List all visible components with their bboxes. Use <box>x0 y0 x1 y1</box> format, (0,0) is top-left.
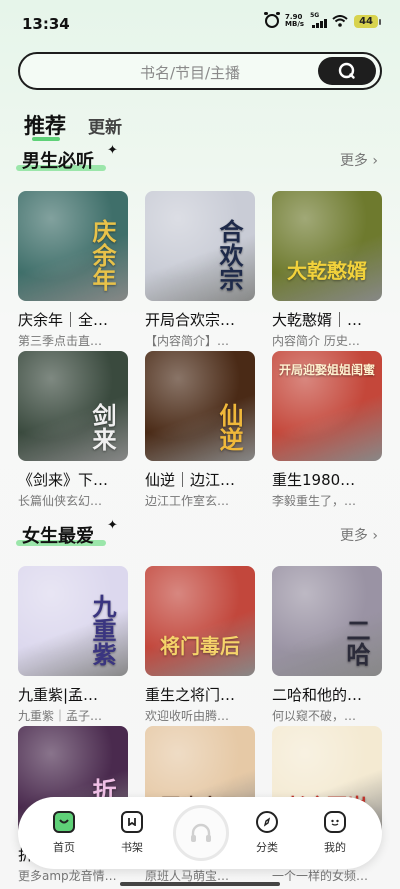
headphones-icon <box>191 823 211 842</box>
book-title[interactable]: 重生之将门… <box>145 684 255 705</box>
search-placeholder[interactable]: 书名/节目/主播 <box>20 62 320 83</box>
book-title[interactable]: 开局合欢宗… <box>145 309 255 330</box>
cover-title-art: 仙逆 <box>215 403 244 451</box>
profile-icon <box>324 811 346 833</box>
book-description: 一个一样的女频… <box>272 869 369 883</box>
cover-title-art: 开局迎娶姐姐闺蜜 <box>278 363 375 377</box>
more-link-male[interactable]: 更多 › <box>340 150 378 170</box>
more-link-female[interactable]: 更多 › <box>340 525 378 545</box>
book-title[interactable]: 庆余年｜全… <box>18 309 128 330</box>
book-cover[interactable]: 二哈 <box>272 566 382 676</box>
book-cover[interactable]: 仙逆 <box>145 351 255 461</box>
search-bar[interactable]: 书名/节目/主播 <box>18 52 382 90</box>
book-cover[interactable]: 剑来 <box>18 351 128 461</box>
signal-icon: 5G <box>310 12 328 28</box>
book-card[interactable]: 庆余年庆余年｜全… 第三季点击直… <box>18 191 128 349</box>
category-icon <box>256 811 278 833</box>
search-button[interactable] <box>318 57 376 85</box>
home-icon <box>53 811 75 833</box>
book-description: 欢迎收听由腾… <box>145 709 230 723</box>
book-title[interactable]: 九重紫|孟… <box>18 684 128 705</box>
more-label[interactable]: 更多 <box>340 528 368 544</box>
book-title[interactable]: 二哈和他的… <box>272 684 382 705</box>
section-title-female: 女生最爱 <box>22 526 94 547</box>
book-cover[interactable]: 将门毒后 <box>145 566 255 676</box>
book-title[interactable]: 仙逆｜边江… <box>145 469 255 490</box>
status-icons: 7.90 MB/s 5G 44 <box>264 12 381 28</box>
status-time: 13:34 <box>22 15 70 33</box>
player-button[interactable] <box>173 805 229 861</box>
nav-label-home: 首页 <box>53 841 75 854</box>
book-description: 九重紫｜孟子… <box>18 709 103 723</box>
book-cover[interactable]: 大乾憨婿 <box>272 191 382 301</box>
more-label[interactable]: 更多 <box>340 153 368 169</box>
book-title[interactable]: 重生1980… <box>272 469 382 490</box>
net-speed: 7.90 MB/s <box>285 13 305 28</box>
cover-title-art: 将门毒后 <box>160 634 240 658</box>
book-description: 第三季点击直… <box>18 334 103 348</box>
tab-indicator <box>32 137 60 141</box>
wifi-icon <box>332 15 348 27</box>
status-bar: 13:34 7.90 MB/s 5G 44 <box>0 0 400 48</box>
bookshelf-icon <box>121 811 143 833</box>
book-description: 内容简介 历史… <box>272 334 360 348</box>
cover-title-art: 大乾憨婿 <box>287 259 367 283</box>
sparkle-icon: ✦ <box>107 143 118 158</box>
book-description: 何以窥不破，… <box>272 709 357 723</box>
book-cover[interactable]: 九重紫 <box>18 566 128 676</box>
book-title[interactable]: 大乾憨婿｜… <box>272 309 382 330</box>
book-card[interactable]: 开局迎娶姐姐闺蜜重生1980… 李毅重生了，… <box>272 351 382 509</box>
sparkle-icon: ✦ <box>107 518 118 533</box>
nav-home[interactable]: 首页 <box>34 811 94 855</box>
book-card[interactable]: 二哈二哈和他的… 何以窥不破，… <box>272 566 382 724</box>
cover-title-art: 九重紫 <box>88 594 117 666</box>
cover-title-art: 二哈 <box>342 618 371 666</box>
book-description: 长篇仙侠玄幻… <box>18 494 103 508</box>
book-card[interactable]: 九重紫九重紫|孟… 九重紫｜孟子… <box>18 566 128 724</box>
home-indicator <box>120 882 280 886</box>
bottom-nav: 首页 书架 分类 我的 <box>18 797 382 869</box>
signal-label: 5G <box>310 12 320 19</box>
book-cover[interactable]: 庆余年 <box>18 191 128 301</box>
nav-bookshelf[interactable]: 书架 <box>102 811 162 855</box>
nav-profile[interactable]: 我的 <box>305 811 365 855</box>
cover-title-art: 合欢宗 <box>215 219 244 291</box>
book-card[interactable]: 仙逆仙逆｜边江… 边江工作室玄… <box>145 351 255 509</box>
book-cover[interactable]: 合欢宗 <box>145 191 255 301</box>
nav-label-profile: 我的 <box>324 841 346 854</box>
nav-label-category: 分类 <box>256 841 278 854</box>
alarm-icon <box>264 12 281 28</box>
nav-category[interactable]: 分类 <box>237 811 297 855</box>
nav-label-bookshelf: 书架 <box>121 841 143 854</box>
book-title[interactable]: 《剑来》下… <box>18 469 128 490</box>
section-title-male: 男生必听 <box>22 151 94 172</box>
book-description: 【内容简介】… <box>145 334 230 348</box>
tab-updates[interactable]: 更新 <box>88 113 122 138</box>
book-card[interactable]: 剑来《剑来》下… 长篇仙侠玄幻… <box>18 351 128 509</box>
book-description: 李毅重生了，… <box>272 494 357 508</box>
book-card[interactable]: 大乾憨婿大乾憨婿｜… 内容简介 历史… <box>272 191 382 349</box>
book-card[interactable]: 合欢宗开局合欢宗… 【内容简介】… <box>145 191 255 349</box>
book-cover[interactable]: 开局迎娶姐姐闺蜜 <box>272 351 382 461</box>
search-icon <box>338 62 355 79</box>
book-description: 边江工作室玄… <box>145 494 230 508</box>
cover-title-art: 庆余年 <box>88 219 117 291</box>
book-card[interactable]: 将门毒后重生之将门… 欢迎收听由腾… <box>145 566 255 724</box>
battery-indicator: 44 <box>354 14 381 28</box>
tab-recommend[interactable]: 推荐 <box>24 110 66 140</box>
book-description: 更多amp龙音情… <box>18 869 117 883</box>
cover-title-art: 剑来 <box>88 403 117 451</box>
